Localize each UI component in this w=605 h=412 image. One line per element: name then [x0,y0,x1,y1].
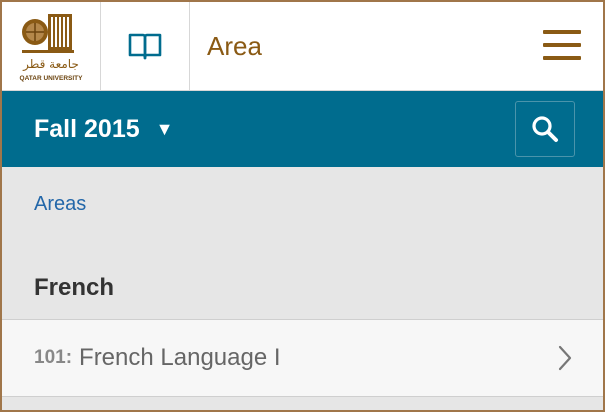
menu-button[interactable] [543,28,581,62]
chevron-right-icon [558,345,572,371]
app-header: جامعة قطر QATAR UNIVERSITY Area [2,2,603,91]
page-title: Area [207,30,262,61]
logo-english-text: QATAR UNIVERSITY [20,75,84,82]
app-frame: جامعة قطر QATAR UNIVERSITY Area Fall 201… [0,0,605,412]
term-bar: Fall 2015 ▼ [2,91,603,167]
book-button[interactable] [101,2,190,90]
course-list-item[interactable]: 101: French Language I [2,319,603,397]
course-name: French Language I [79,344,281,371]
search-button[interactable] [515,101,575,157]
menu-icon-bar [543,56,581,60]
term-label: Fall 2015 [34,114,140,143]
menu-icon [543,30,581,34]
book-icon [128,33,162,60]
breadcrumb-link-areas[interactable]: Areas [34,193,86,216]
logo-arabic-text: جامعة قطر [22,57,79,72]
course-text: 101: French Language I [34,320,281,396]
course-code: 101: [34,347,73,368]
term-selector[interactable]: Fall 2015 ▼ [34,91,173,167]
section-heading: French [34,274,115,301]
dropdown-caret-icon: ▼ [155,119,174,139]
qatar-university-logo-icon: جامعة قطر QATAR UNIVERSITY [20,14,84,82]
search-icon [532,116,558,142]
university-logo[interactable]: جامعة قطر QATAR UNIVERSITY [2,2,101,90]
menu-icon-bar [543,43,581,47]
